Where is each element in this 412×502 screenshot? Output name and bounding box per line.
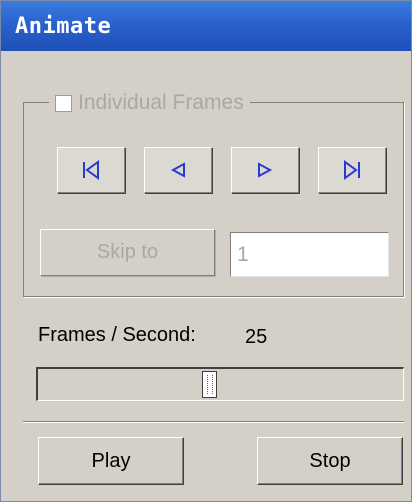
fps-slider-track[interactable]: [36, 367, 404, 401]
individual-frames-toggle[interactable]: Individual Frames: [49, 90, 250, 116]
stop-button[interactable]: Stop: [257, 437, 403, 485]
animate-dialog: Animate Individual Frames Skip to 1 Fram…: [0, 0, 412, 502]
step-forward-icon: [258, 162, 273, 178]
skip-to-start-icon: [83, 160, 99, 180]
step-back-icon: [170, 162, 185, 178]
skip-to-button[interactable]: Skip to: [40, 229, 215, 276]
frame-number-input[interactable]: 1: [230, 232, 389, 277]
individual-frames-label: Individual Frames: [78, 91, 244, 114]
fps-slider-thumb[interactable]: [202, 371, 217, 398]
fps-value: 25: [245, 326, 268, 348]
fps-label: Frames / Second:: [38, 324, 196, 346]
separator: [23, 421, 404, 423]
next-frame-button[interactable]: [231, 147, 299, 193]
title-bar[interactable]: Animate: [1, 1, 411, 51]
first-frame-button[interactable]: [57, 147, 125, 193]
skip-to-end-icon: [344, 160, 360, 180]
previous-frame-button[interactable]: [144, 147, 212, 193]
individual-frames-checkbox[interactable]: [55, 94, 72, 112]
window-title: Animate: [15, 14, 112, 39]
play-button[interactable]: Play: [38, 437, 184, 485]
last-frame-button[interactable]: [318, 147, 386, 193]
